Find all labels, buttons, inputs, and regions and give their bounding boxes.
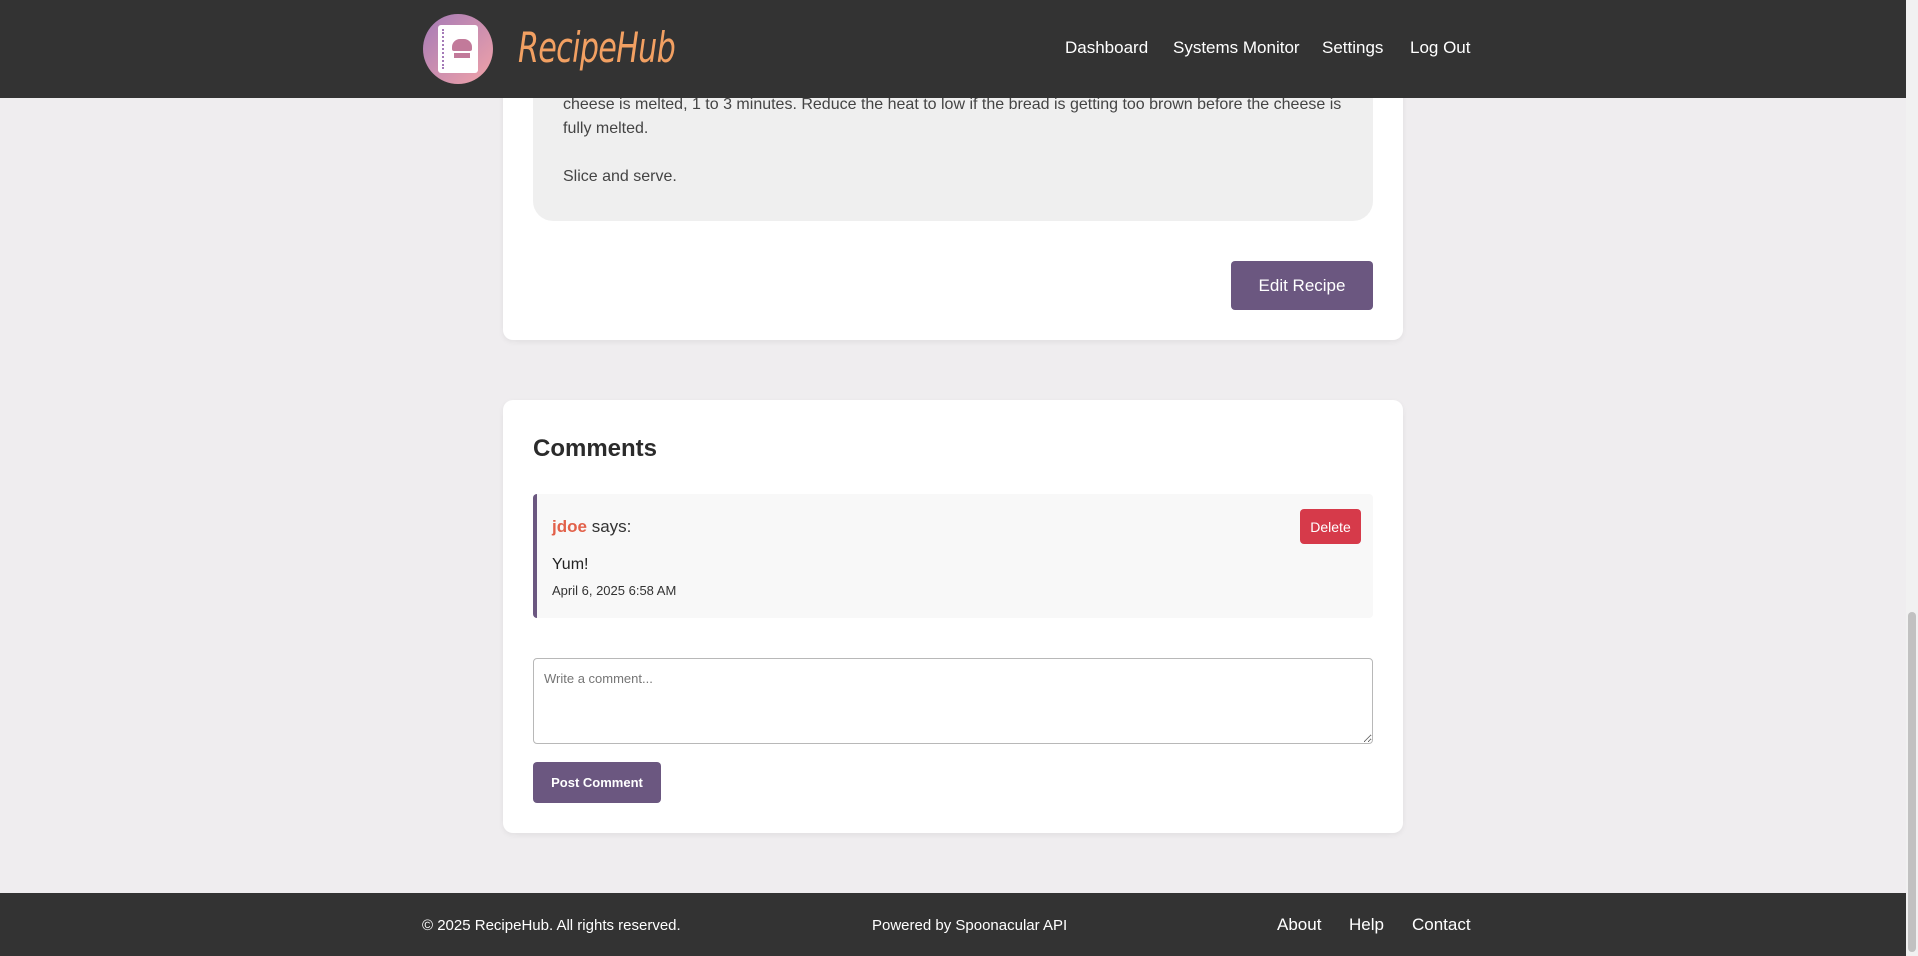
- chef-hat-icon: [452, 39, 472, 51]
- footer-powered-by: Powered by Spoonacular API: [872, 917, 1068, 934]
- comment-header: jdoe says:: [552, 517, 631, 537]
- page-scrollbar[interactable]: [1906, 0, 1918, 956]
- comment-input[interactable]: [533, 658, 1373, 744]
- comment-item: jdoe says: Delete Yum! April 6, 2025 6:5…: [533, 494, 1373, 618]
- nav-log-out[interactable]: Log Out: [1410, 38, 1471, 58]
- footer-link-about[interactable]: About: [1277, 915, 1321, 935]
- instruction-step: Slice and serve.: [563, 168, 677, 185]
- comment-says-label: says:: [591, 517, 632, 536]
- comment-author[interactable]: jdoe: [552, 517, 587, 536]
- post-comment-button[interactable]: Post Comment: [533, 762, 661, 803]
- footer-copyright: © 2025 RecipeHub. All rights reserved.: [422, 917, 681, 934]
- navbar: RecipeHub Dashboard Systems Monitor Sett…: [0, 0, 1906, 98]
- comment-text: Yum!: [552, 556, 589, 573]
- comment-timestamp: April 6, 2025 6:58 AM: [552, 583, 677, 598]
- nav-settings[interactable]: Settings: [1322, 38, 1383, 58]
- instruction-step: cheese is melted, 1 to 3 minutes. Reduce…: [563, 96, 1342, 137]
- delete-comment-button[interactable]: Delete: [1300, 509, 1361, 544]
- nav-systems-monitor[interactable]: Systems Monitor: [1173, 38, 1300, 58]
- footer-link-help[interactable]: Help: [1349, 915, 1384, 935]
- comments-card: Comments jdoe says: Delete Yum! April 6,…: [503, 400, 1403, 833]
- scrollbar-thumb[interactable]: [1908, 612, 1916, 952]
- footer-link-contact[interactable]: Contact: [1412, 915, 1471, 935]
- comments-title: Comments: [533, 435, 658, 462]
- brand-name[interactable]: RecipeHub: [518, 22, 676, 74]
- nav-dashboard[interactable]: Dashboard: [1065, 38, 1148, 58]
- edit-recipe-button[interactable]: Edit Recipe: [1231, 261, 1373, 310]
- logo-icon[interactable]: [423, 14, 493, 84]
- recipe-book-icon: [438, 25, 478, 73]
- footer: © 2025 RecipeHub. All rights reserved. P…: [0, 893, 1906, 956]
